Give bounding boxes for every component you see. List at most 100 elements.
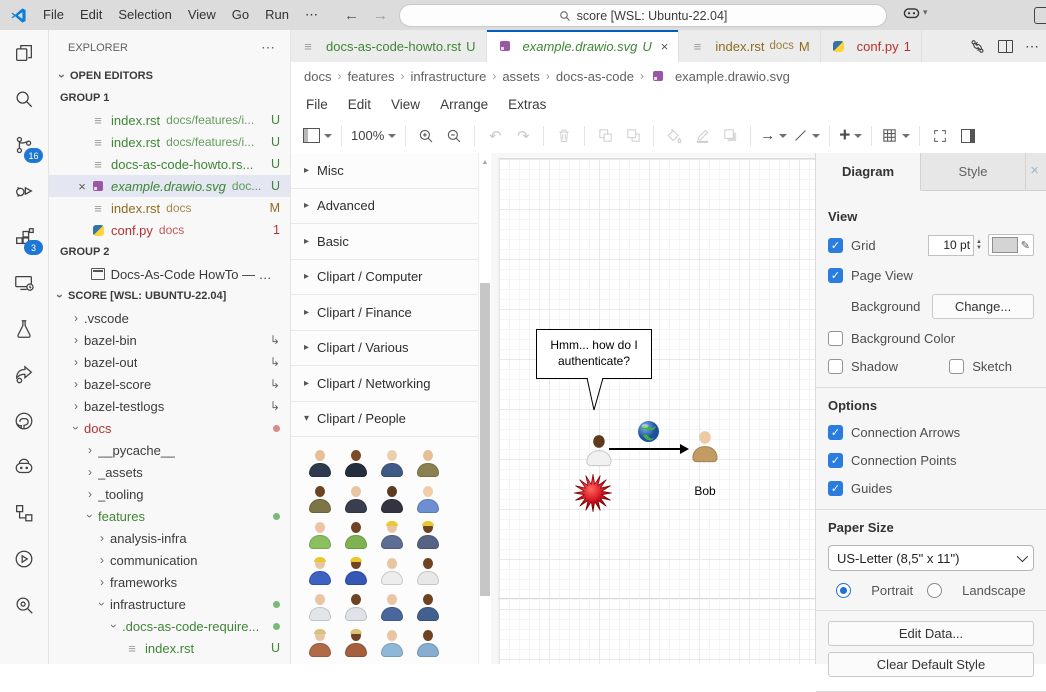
page-view-checkbox[interactable] — [828, 268, 843, 283]
edit-data-button[interactable]: Edit Data... — [828, 621, 1034, 646]
tree-item[interactable]: ›bazel-testlogs↳ — [48, 395, 290, 417]
person-shape-item[interactable] — [302, 517, 338, 553]
breadcrumb-item[interactable]: example.drawio.svg — [650, 69, 790, 84]
person-shape-item[interactable] — [338, 445, 374, 481]
person-shape-item[interactable] — [410, 445, 446, 481]
connection-style-dropdown[interactable] — [793, 123, 820, 149]
tab-docs-as-code-howto[interactable]: ≡ docs-as-code-howto.rst U — [290, 30, 487, 62]
person-shape-item[interactable] — [410, 553, 446, 589]
file-row[interactable]: ≡docs-as-code-howto.rs...U — [48, 153, 290, 175]
palette-section-basic[interactable]: ▸Basic — [290, 224, 478, 260]
tab-index-rst[interactable]: ≡ index.rst docs M — [679, 30, 820, 62]
breadcrumb-item[interactable]: infrastructure — [410, 69, 486, 84]
zoom-out-icon[interactable] — [443, 123, 465, 149]
tree-item[interactable]: ›_tooling — [48, 483, 290, 505]
group-2[interactable]: GROUP 2 — [48, 241, 290, 263]
tab-conf-py[interactable]: conf.py 1 — [821, 30, 922, 62]
tree-item[interactable]: ›bazel-out↳ — [48, 351, 290, 373]
explorer-more-icon[interactable]: ⋯ — [261, 39, 276, 56]
forward-arrow-icon[interactable]: → — [373, 7, 388, 24]
palette-section-advanced[interactable]: ▸Advanced — [290, 189, 478, 225]
tree-item[interactable]: ›infrastructure — [48, 593, 290, 615]
file-row[interactable]: Docs-As-Code HowTo — Sc... — [48, 263, 290, 285]
zoom-in-icon[interactable] — [415, 123, 437, 149]
source-control-icon[interactable]: 16 — [0, 122, 48, 168]
file-row[interactable]: ×example.drawio.svgdoc...U — [48, 175, 290, 197]
speech-bubble-shape[interactable]: Hmm... how do I authenticate? — [536, 329, 652, 379]
menu-view[interactable]: View — [180, 4, 224, 26]
undo-icon[interactable]: ↶ — [484, 123, 506, 149]
insert-dropdown[interactable]: + — [839, 123, 862, 149]
palette-scrollbar[interactable]: ▲ — [478, 153, 491, 664]
person-shape-item[interactable] — [338, 481, 374, 517]
palette-section-clipart-people[interactable]: ▾Clipart / People — [290, 402, 478, 438]
tree-item[interactable]: ›communication — [48, 549, 290, 571]
connector-arrow[interactable] — [609, 448, 681, 450]
person-shape-item[interactable] — [374, 517, 410, 553]
grid-checkbox[interactable] — [828, 238, 843, 253]
to-front-icon[interactable] — [594, 123, 616, 149]
person-shape-item[interactable] — [302, 589, 338, 625]
open-changes-icon[interactable] — [969, 38, 986, 55]
drawio-menu-edit[interactable]: Edit — [338, 97, 381, 112]
copilot-icon[interactable]: ▾ — [903, 5, 928, 20]
menu-edit[interactable]: Edit — [72, 4, 110, 26]
fullscreen-icon[interactable] — [929, 123, 951, 149]
person-shape-item[interactable] — [374, 625, 410, 661]
landscape-radio[interactable] — [927, 583, 942, 598]
line-color-icon[interactable] — [691, 123, 713, 149]
palette-section-misc[interactable]: ▸Misc — [290, 153, 478, 189]
tree-item[interactable]: ›__pycache__ — [48, 439, 290, 461]
paper-size-select[interactable]: US-Letter (8,5" x 11") — [828, 545, 1034, 571]
menu-go[interactable]: Go — [224, 4, 257, 26]
shadow-icon[interactable] — [719, 123, 741, 149]
layout-panel-icon[interactable] — [1034, 7, 1046, 24]
person-shape-item[interactable] — [374, 553, 410, 589]
palette-section-clipart-various[interactable]: ▸Clipart / Various — [290, 331, 478, 367]
file-row[interactable]: ≡index.rstdocs/features/i...U — [48, 131, 290, 153]
code-inspect-icon[interactable] — [0, 582, 48, 628]
person-shape-item[interactable] — [410, 517, 446, 553]
testing-beaker-icon[interactable] — [0, 306, 48, 352]
breadcrumb-item[interactable]: docs-as-code — [556, 69, 634, 84]
tree-item[interactable]: ›docs — [48, 417, 290, 439]
to-back-icon[interactable] — [622, 123, 644, 149]
grid-size-input[interactable]: 10 pt — [928, 235, 974, 256]
more-menus-icon[interactable]: ⋯ — [297, 4, 326, 26]
file-row[interactable]: ≡index.rstU — [48, 637, 290, 659]
drawio-menu-view[interactable]: View — [381, 97, 430, 112]
portrait-radio[interactable] — [836, 583, 851, 598]
redo-icon[interactable]: ↷ — [512, 123, 534, 149]
globe-shape[interactable] — [637, 420, 660, 443]
person-label[interactable]: Bob — [681, 484, 729, 498]
github-icon[interactable] — [0, 398, 48, 444]
starburst-shape[interactable] — [573, 473, 614, 514]
close-icon[interactable]: × — [1030, 162, 1039, 179]
grid-color-button[interactable]: ✎ — [988, 234, 1034, 256]
person-shape-item[interactable] — [410, 481, 446, 517]
run-circle-icon[interactable] — [0, 536, 48, 582]
guides-checkbox[interactable] — [828, 481, 843, 496]
more-actions-icon[interactable]: ⋯ — [1025, 38, 1040, 55]
menu-file[interactable]: File — [35, 4, 72, 26]
tree-item[interactable]: ›bazel-score↳ — [48, 373, 290, 395]
open-editors-header[interactable]: ›OPEN EDITORS — [48, 65, 290, 87]
close-icon[interactable]: × — [74, 179, 90, 194]
file-row[interactable]: ≡index.rstdocs/features/i...U — [48, 109, 290, 131]
tab-example-drawio[interactable]: example.drawio.svg U × — [487, 30, 680, 62]
person-shape-item[interactable] — [338, 517, 374, 553]
search-icon[interactable] — [0, 76, 48, 122]
person-shape-item[interactable] — [302, 445, 338, 481]
tree-item[interactable]: ›features — [48, 505, 290, 527]
background-color-checkbox[interactable] — [828, 331, 843, 346]
connection-points-checkbox[interactable] — [828, 453, 843, 468]
person-shape-item[interactable] — [410, 625, 446, 661]
close-icon[interactable]: × — [661, 39, 669, 54]
person-shape-item[interactable] — [374, 481, 410, 517]
person-shape-item[interactable] — [374, 445, 410, 481]
tree-item[interactable]: ›.docs-as-code-require... — [48, 615, 290, 637]
person-shape-item[interactable] — [374, 589, 410, 625]
palette-scrollbar-thumb[interactable] — [480, 283, 490, 596]
org-chart-icon[interactable] — [0, 490, 48, 536]
person-shape-item[interactable] — [338, 589, 374, 625]
